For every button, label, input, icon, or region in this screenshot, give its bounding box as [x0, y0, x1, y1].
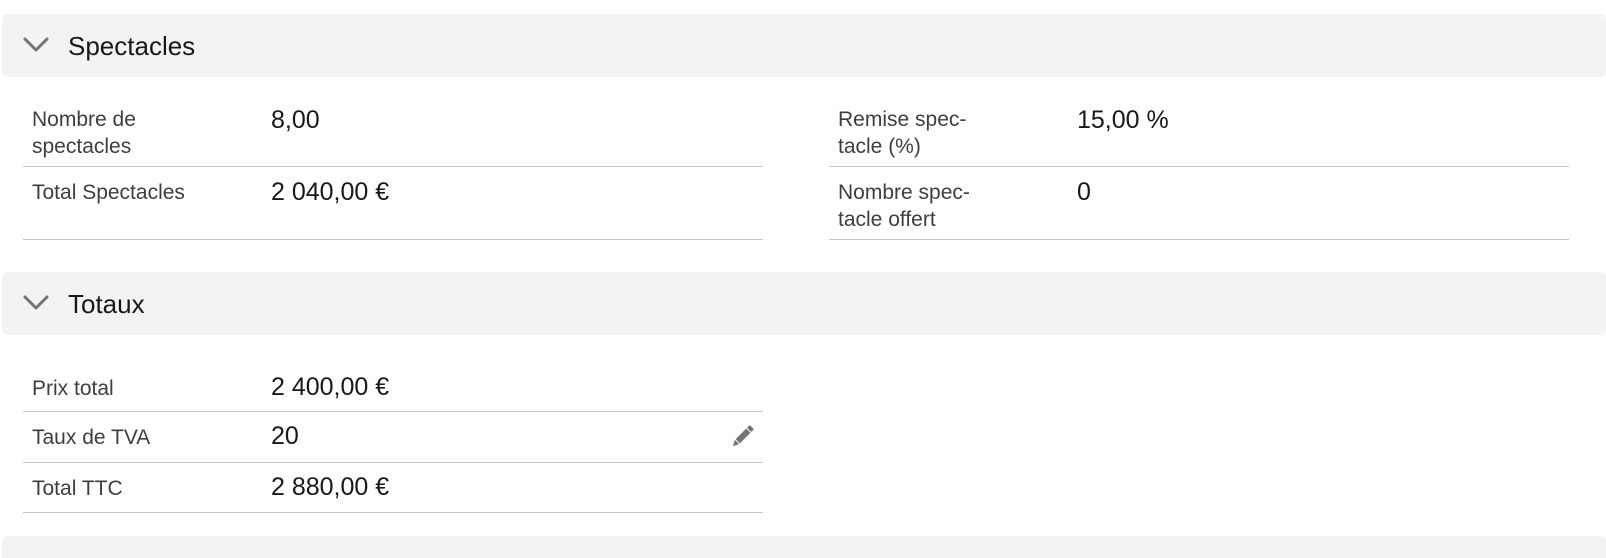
field-label: Remise spec-tacle (%) [838, 108, 967, 158]
field-remise-spectacle: Remise spec-tacle (%) 15,00 % [829, 92, 1569, 167]
field-total-ttc: Total TTC 2 880,00 € [23, 463, 763, 513]
field-label: Taux de TVA [32, 426, 151, 449]
chevron-down-icon [23, 37, 49, 52]
field-value: 8,00 [271, 106, 320, 134]
section-title-spectacles: Spectacles [68, 30, 196, 61]
field-value: 2 040,00 € [271, 178, 390, 206]
field-label: Nombre spec-tacle offert [838, 181, 970, 231]
section-header-totaux[interactable]: Totaux [2, 272, 1606, 335]
field-label: Prix total [32, 377, 114, 400]
section-title-totaux: Totaux [68, 288, 145, 319]
field-label: Nombre de spectacles [32, 108, 136, 158]
field-nombre-spectacle-offert: Nombre spec-tacle offert 0 [829, 167, 1569, 240]
chevron-down-icon [23, 295, 49, 310]
pencil-icon[interactable] [727, 422, 757, 452]
field-label: Total Spectacles [32, 181, 185, 204]
field-label: Total TTC [32, 477, 123, 500]
field-value: 0 [1077, 178, 1091, 206]
field-taux-tva: Taux de TVA 20 [23, 412, 763, 463]
section-header-spectacles[interactable]: Spectacles [2, 14, 1606, 77]
field-value: 15,00 % [1077, 106, 1169, 134]
field-nombre-spectacles: Nombre de spectacles 8,00 [23, 92, 763, 167]
field-value: 2 880,00 € [271, 473, 390, 501]
field-total-spectacles: Total Spectacles 2 040,00 € [23, 167, 763, 240]
field-value: 2 400,00 € [271, 373, 390, 401]
field-value: 20 [271, 422, 299, 450]
field-prix-total: Prix total 2 400,00 € [23, 362, 763, 412]
record-detail-page: Spectacles Nombre de spectacles 8,00 Rem… [0, 0, 1606, 558]
section-header-next[interactable] [2, 536, 1606, 558]
